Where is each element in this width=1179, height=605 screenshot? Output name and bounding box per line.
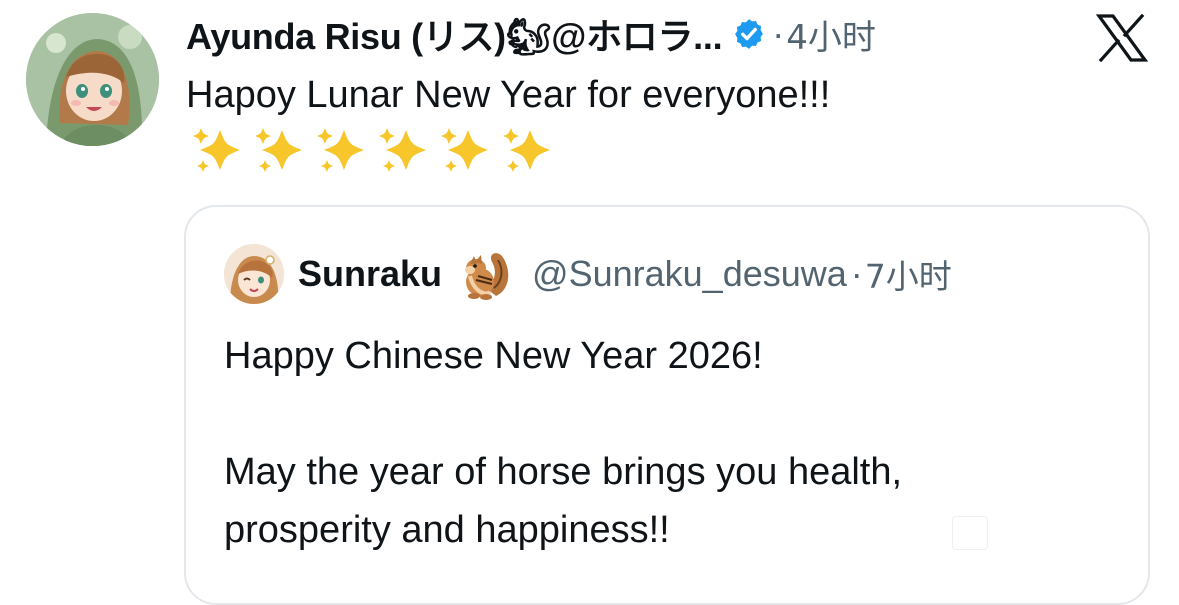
quoted-author-handle[interactable]: @Sunraku_desuwa: [532, 253, 847, 295]
quoted-post-header: Sunraku @Sunraku_desuwa · 7小时: [224, 243, 952, 305]
quoted-author-name[interactable]: Sunraku: [298, 253, 442, 295]
sparkles-emoji: [188, 124, 250, 176]
x-logo-icon[interactable]: [1095, 13, 1149, 63]
quoted-author-avatar[interactable]: [224, 244, 284, 304]
sparkles-emoji: [374, 124, 436, 176]
verified-badge-icon: [732, 17, 766, 51]
quoted-post-text: Happy Chinese New Year 2026! May the yea…: [224, 327, 902, 559]
quoted-post-card[interactable]: Sunraku @Sunraku_desuwa · 7小时 Happy Chin…: [184, 205, 1150, 605]
chipmunk-emoji: [456, 246, 512, 302]
quoted-header-separator: ·: [850, 253, 863, 294]
quoted-line-2: May the year of horse brings you health,: [224, 451, 903, 493]
sparkles-emoji: [498, 124, 560, 176]
author-name[interactable]: Ayunda Risu (リス)🐿@ホロラ...: [186, 8, 723, 60]
watermark-mark: [952, 516, 988, 550]
post-time[interactable]: 4小时: [786, 10, 876, 59]
sparkles-emoji: [312, 124, 374, 176]
post-text: Hapoy Lunar New Year for everyone!!!: [186, 74, 831, 116]
quoted-post-time[interactable]: 7小时: [865, 250, 952, 298]
quoted-line-3: prosperity and happiness!!: [224, 509, 670, 551]
quoted-line-1: Happy Chinese New Year 2026!: [224, 335, 763, 377]
author-avatar[interactable]: [26, 13, 159, 146]
sparkles-row: [188, 124, 560, 176]
sparkles-emoji: [436, 124, 498, 176]
header-separator: ·: [772, 13, 785, 54]
post-header: Ayunda Risu (リス)🐿@ホロラ... · 4小时: [186, 10, 876, 58]
sparkles-emoji: [250, 124, 312, 176]
